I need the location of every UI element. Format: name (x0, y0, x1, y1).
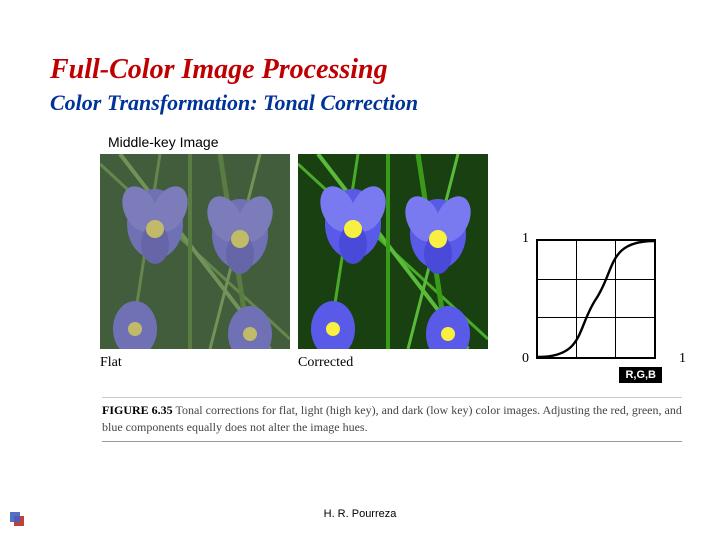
content-row: Flat (100, 154, 680, 359)
footer-author: H. R. Pourreza (0, 508, 720, 520)
corrected-caption: Corrected (298, 355, 353, 371)
flat-caption: Flat (100, 355, 122, 371)
figure-text: Tonal corrections for flat, light (high … (102, 403, 682, 434)
corrected-image-block: Corrected (298, 154, 488, 349)
corner-decoration-icon (10, 512, 28, 530)
figure-caption: FIGURE 6.35 Tonal corrections for flat, … (102, 397, 682, 443)
image-type-label: Middle-key Image (108, 134, 680, 150)
rgb-series-label: R,G,B (619, 367, 662, 383)
slide-title: Full-Color Image Processing (50, 55, 680, 86)
slide-subtitle: Color Transformation: Tonal Correction (50, 90, 680, 116)
corrected-iris-image (298, 154, 488, 349)
y-axis-tick-1: 1 (522, 231, 529, 247)
s-curve (538, 241, 654, 357)
flat-iris-image (100, 154, 290, 349)
figure-number: FIGURE 6.35 (102, 403, 173, 417)
tonal-curve-chart: 1 0 1 R,G,B (536, 239, 656, 359)
flat-image-block: Flat (100, 154, 290, 349)
x-axis-tick-1: 1 (679, 351, 686, 367)
y-axis-tick-0: 0 (522, 351, 529, 367)
